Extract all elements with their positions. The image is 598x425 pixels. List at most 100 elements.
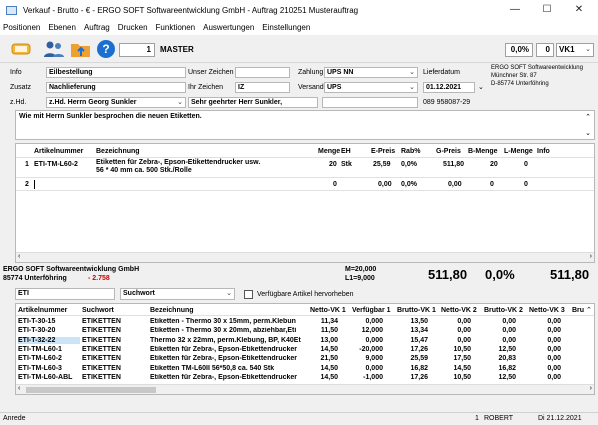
cell-brutto-vk-1[interactable]: 15,47 bbox=[410, 337, 428, 344]
cell-artikelnummer[interactable]: ETI-T-32-22 bbox=[18, 336, 80, 344]
cell-netto-vk-1[interactable]: 14,50 bbox=[320, 365, 338, 372]
discount-field[interactable]: 0,0% bbox=[505, 43, 533, 57]
col-brutto-vk1[interactable]: Brutto-VK 1 bbox=[397, 307, 436, 314]
cell-netto-vk-3[interactable]: 0,00 bbox=[547, 346, 561, 353]
col-epreis[interactable]: E-Preis bbox=[371, 148, 395, 155]
scroll-up-icon[interactable]: ⌃ bbox=[586, 306, 592, 314]
menu-auftrag[interactable]: Auftrag bbox=[84, 23, 110, 32]
cell-menge[interactable]: 20 bbox=[329, 161, 337, 168]
memo-field[interactable]: Wie mit Herrn Sunkler besprochen die neu… bbox=[15, 110, 595, 140]
cell-suchwort[interactable]: ETIKETTEN bbox=[82, 327, 148, 334]
zusatz-field[interactable]: Nachlieferung bbox=[46, 82, 186, 93]
scrollbar-thumb[interactable] bbox=[26, 387, 156, 393]
menu-funktionen[interactable]: Funktionen bbox=[156, 23, 196, 32]
extra-field[interactable] bbox=[322, 97, 418, 108]
cell-brutto-vk-1[interactable]: 25,59 bbox=[410, 355, 428, 362]
cell-netto-vk-1[interactable]: 11,50 bbox=[321, 327, 338, 334]
cell-netto-vk-3[interactable]: 0,00 bbox=[547, 337, 561, 344]
cell-netto-vk-3[interactable]: 0,00 bbox=[547, 327, 561, 334]
cell-netto-vk-2[interactable]: 14,50 bbox=[453, 365, 471, 372]
cell-bmenge[interactable]: 0 bbox=[490, 181, 494, 188]
col-eh[interactable]: EH bbox=[341, 148, 351, 155]
cell-bmenge[interactable]: 20 bbox=[490, 161, 498, 168]
cell-brutto-vk-2[interactable]: 0,00 bbox=[502, 337, 516, 344]
cell-artikelnummer[interactable]: ETI-TM-L60-ABL bbox=[18, 374, 80, 381]
cell-artikel[interactable]: ETI-TM-L60-2 bbox=[34, 161, 78, 168]
cell-suchwort[interactable]: ETIKETTEN bbox=[82, 337, 148, 344]
menu-einstellungen[interactable]: Einstellungen bbox=[262, 23, 310, 32]
cell-brutto-vk-1[interactable]: 17,26 bbox=[410, 374, 428, 381]
scroll-right-icon[interactable]: › bbox=[590, 253, 592, 260]
cell-suchwort[interactable]: ETIKETTEN bbox=[82, 374, 148, 381]
cell-bezeichnung[interactable]: Thermo 32 x 22mm, perm.Klebung, BP, K40E… bbox=[150, 337, 308, 344]
cell-brutto-vk-2[interactable]: 12,50 bbox=[498, 346, 516, 353]
cell-artikelnummer[interactable]: ETI-TM-L60-1 bbox=[18, 346, 80, 353]
search-mode-select[interactable]: Suchwort ⌄ bbox=[120, 288, 235, 300]
cell-bezeichnung[interactable]: Etiketten für Zebra-, Epson-Etikettendru… bbox=[150, 346, 308, 353]
menu-ebenen[interactable]: Ebenen bbox=[48, 23, 76, 32]
cell-brutto-vk-2[interactable]: 12,50 bbox=[498, 374, 516, 381]
cell-bezeichnung-1[interactable]: Etiketten für Zebra-, Epson-Etikettendru… bbox=[96, 159, 260, 166]
cell-menge[interactable]: 0 bbox=[333, 181, 337, 188]
cell-verf-gbar-1[interactable]: 0,000 bbox=[365, 365, 383, 372]
help-icon[interactable]: ? bbox=[95, 39, 117, 59]
menu-positionen[interactable]: Positionen bbox=[3, 23, 40, 32]
menu-drucken[interactable]: Drucken bbox=[118, 23, 148, 32]
cell-brutto-vk-1[interactable]: 13,34 bbox=[410, 327, 428, 334]
cell-epreis[interactable]: 0,00 bbox=[378, 181, 392, 188]
cell-rab[interactable]: 0,0% bbox=[401, 181, 417, 188]
cell-bezeichnung[interactable]: Etiketten für Zebra-, Epson-Etikettendru… bbox=[150, 374, 308, 381]
info-field[interactable]: Eilbestellung bbox=[46, 67, 186, 78]
cell-brutto-vk-2[interactable]: 0,00 bbox=[502, 327, 516, 334]
cell-bezeichnung[interactable]: Etiketten - Thermo 30 x 20mm, abziehbar,… bbox=[150, 327, 308, 334]
folder-upload-icon[interactable] bbox=[70, 39, 92, 59]
cell-verf-gbar-1[interactable]: 9,000 bbox=[365, 355, 383, 362]
close-button[interactable]: ✕ bbox=[564, 0, 594, 20]
cell-netto-vk-1[interactable]: 21,50 bbox=[320, 355, 338, 362]
cell-artikelnummer[interactable]: ETI-TM-L60-3 bbox=[18, 365, 80, 372]
cell-netto-vk-3[interactable]: 0,00 bbox=[547, 355, 561, 362]
cell-suchwort[interactable]: ETIKETTEN bbox=[82, 346, 148, 353]
col-bezeichnung[interactable]: Bezeichnung bbox=[96, 148, 140, 155]
cell-netto-vk-1[interactable]: 11,34 bbox=[321, 318, 338, 325]
cell-brutto-vk-2[interactable]: 20,83 bbox=[498, 355, 516, 362]
cell-bezeichnung[interactable]: Etiketten für Zebra-, Epson-Etikettendru… bbox=[150, 355, 308, 362]
zero-field[interactable]: 0 bbox=[536, 43, 554, 57]
cell-netto-vk-2[interactable]: 10,50 bbox=[453, 374, 471, 381]
lieferdatum-field[interactable]: 01.12.2021 bbox=[423, 82, 475, 93]
scroll-up-icon[interactable]: ⌃ bbox=[585, 113, 591, 121]
cell-gpreis[interactable]: 0,00 bbox=[448, 181, 462, 188]
cell-lmenge[interactable]: 0 bbox=[524, 161, 528, 168]
zahlung-select[interactable]: UPS NN ⌄ bbox=[324, 67, 418, 78]
versand-select[interactable]: UPS ⌄ bbox=[324, 82, 418, 93]
cell-netto-vk-3[interactable]: 0,00 bbox=[547, 365, 561, 372]
calendar-dropdown-icon[interactable]: ⌄ bbox=[478, 82, 484, 93]
cell-netto-vk-1[interactable]: 14,50 bbox=[320, 374, 338, 381]
horizontal-scrollbar[interactable]: ‹ › bbox=[16, 384, 594, 394]
cell-brutto-vk-1[interactable]: 16,82 bbox=[410, 365, 428, 372]
scroll-left-icon[interactable]: ‹ bbox=[18, 385, 20, 392]
maximize-button[interactable]: ☐ bbox=[532, 0, 562, 20]
cell-suchwort[interactable]: ETIKETTEN bbox=[82, 355, 148, 362]
salutation-field[interactable]: Sehr geehrter Herr Sunkler, bbox=[188, 97, 318, 108]
col-menge[interactable]: Menge bbox=[318, 148, 340, 155]
menu-auswertungen[interactable]: Auswertungen bbox=[203, 23, 254, 32]
cell-verf-gbar-1[interactable]: 12,000 bbox=[362, 327, 383, 334]
counter-field[interactable]: 1 bbox=[119, 43, 155, 57]
cell-verf-gbar-1[interactable]: 0,000 bbox=[365, 337, 383, 344]
col-info[interactable]: Info bbox=[537, 148, 550, 155]
customer-icon[interactable] bbox=[43, 39, 65, 59]
ihr-zeichen-field[interactable]: IZ bbox=[235, 82, 290, 93]
zhd-select[interactable]: z.Hd. Herrn Georg Sunkler ⌄ bbox=[46, 97, 186, 108]
col-gpreis[interactable]: G-Preis bbox=[436, 148, 461, 155]
scroll-down-icon[interactable]: ⌄ bbox=[585, 129, 591, 137]
cell-bezeichnung[interactable]: Etiketten - Thermo 30 x 15mm, perm.Klebu… bbox=[150, 318, 308, 325]
cell-netto-vk-2[interactable]: 10,50 bbox=[453, 346, 471, 353]
minimize-button[interactable]: — bbox=[500, 0, 530, 20]
scroll-right-icon[interactable]: › bbox=[590, 385, 592, 392]
cell-verf-gbar-1[interactable]: 0,000 bbox=[365, 318, 383, 325]
col-netto-vk1[interactable]: Netto-VK 1 bbox=[310, 307, 346, 314]
cell-lmenge[interactable]: 0 bbox=[524, 181, 528, 188]
cell-artikelnummer[interactable]: ETI-T-30-15 bbox=[18, 318, 80, 325]
cell-netto-vk-1[interactable]: 14,50 bbox=[320, 346, 338, 353]
